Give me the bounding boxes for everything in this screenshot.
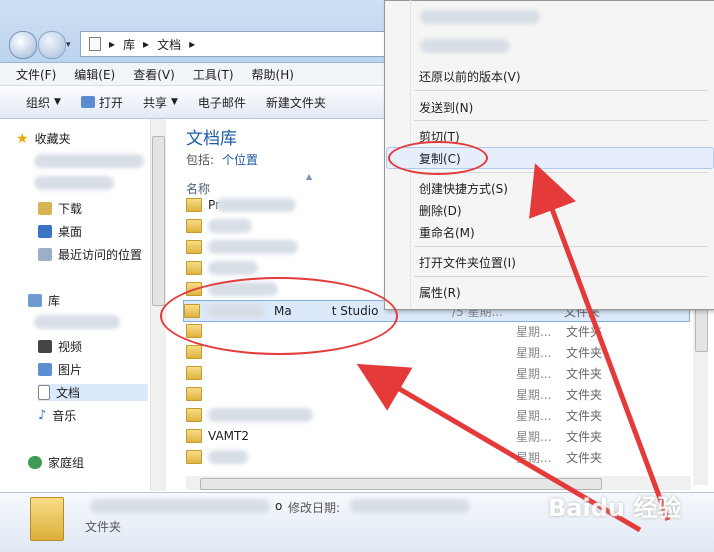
baidu-watermark: Baidu 经验 (548, 494, 682, 522)
annotation-arrow-to-copy (529, 163, 671, 521)
annotation-arrows (356, 163, 671, 533)
